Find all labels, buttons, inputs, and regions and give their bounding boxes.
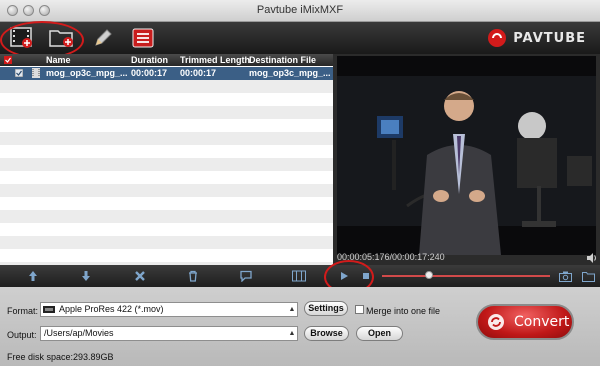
merge-split-button[interactable] xyxy=(291,268,307,284)
column-trimmed-length[interactable]: Trimmed Length xyxy=(180,55,250,65)
empty-row xyxy=(0,80,333,93)
empty-row xyxy=(0,119,333,132)
stop-icon xyxy=(363,273,369,279)
browse-button[interactable]: Browse xyxy=(304,326,349,341)
row-trimmed-length: 00:00:17 xyxy=(180,68,217,78)
format-dropdown-arrow-icon: ▲︎ xyxy=(288,306,296,313)
format-value: Apple ProRes 422 (*.mov) xyxy=(59,304,164,314)
toolbar: PAVTUBE xyxy=(0,21,600,59)
pavtube-logo-icon xyxy=(488,29,507,47)
empty-row xyxy=(0,210,333,223)
empty-row xyxy=(0,93,333,106)
row-destination-file: mog_op3c_mpg_... xyxy=(249,68,331,78)
play-button[interactable] xyxy=(336,268,352,284)
task-list-button[interactable] xyxy=(129,25,157,51)
brand-logo: PAVTUBE xyxy=(487,28,586,48)
play-icon xyxy=(341,272,348,280)
convert-button[interactable]: Convert xyxy=(476,304,574,340)
empty-row xyxy=(0,197,333,210)
camera-icon xyxy=(558,271,572,282)
column-duration[interactable]: Duration xyxy=(131,55,168,65)
row-checkbox-icon[interactable] xyxy=(15,69,23,77)
arrow-up-icon xyxy=(29,271,37,281)
snapshot-button[interactable] xyxy=(557,268,573,284)
add-folder-button[interactable] xyxy=(48,25,76,51)
arrow-down-icon xyxy=(82,271,90,281)
move-up-button[interactable] xyxy=(25,268,41,284)
free-disk-space: Free disk space:293.89GB xyxy=(7,352,114,362)
seek-bar[interactable] xyxy=(382,271,550,279)
video-file-icon xyxy=(32,68,40,78)
open-button[interactable]: Open xyxy=(356,326,403,341)
pencil-icon xyxy=(95,29,112,46)
empty-row xyxy=(0,171,333,184)
format-select[interactable]: Apple ProRes 422 (*.mov) ▲︎ xyxy=(40,302,298,317)
speech-bubble-icon xyxy=(240,270,252,282)
clear-button[interactable] xyxy=(185,268,201,284)
empty-row xyxy=(0,236,333,249)
empty-row xyxy=(0,106,333,119)
film-strip-icon xyxy=(292,270,306,282)
folder-icon xyxy=(581,271,595,282)
table-row[interactable]: mog_op3c_mpg_... 00:00:17 00:00:17 mog_o… xyxy=(0,67,333,80)
convert-arrows-icon xyxy=(488,314,504,330)
folder-add-icon xyxy=(49,30,73,47)
trash-icon xyxy=(189,270,197,282)
open-snapshot-folder-button[interactable] xyxy=(580,268,596,284)
empty-row xyxy=(0,132,333,145)
remove-button[interactable] xyxy=(132,268,148,284)
timecode: 00:00:05:176/00:00:17:240 xyxy=(337,252,445,262)
empty-row xyxy=(0,223,333,236)
format-label: Format: xyxy=(7,306,39,316)
video-scene-image xyxy=(337,56,596,255)
column-name[interactable]: Name xyxy=(46,55,71,65)
stop-button[interactable] xyxy=(358,268,374,284)
volume-icon[interactable] xyxy=(586,253,598,263)
empty-row xyxy=(0,145,333,158)
brand-name: PAVTUBE xyxy=(513,30,586,46)
subtitle-button[interactable] xyxy=(238,268,254,284)
preview-panel: 00:00:05:176/00:00:17:240 xyxy=(333,54,600,265)
file-list-header: Name Duration Trimmed Length Destination… xyxy=(0,54,333,66)
move-down-button[interactable] xyxy=(78,268,94,284)
video-frame[interactable] xyxy=(337,56,596,255)
title-bar: Pavtube iMixMXF xyxy=(0,0,600,22)
output-path-value: /Users/ap/Movies xyxy=(44,328,114,338)
prores-format-icon xyxy=(43,306,55,313)
output-label: Output: xyxy=(7,330,37,340)
row-name: mog_op3c_mpg_... xyxy=(46,68,128,78)
select-all-check-icon[interactable] xyxy=(4,56,12,64)
film-add-icon xyxy=(10,27,32,48)
file-list[interactable]: Name Duration Trimmed Length Destination… xyxy=(0,54,333,265)
empty-row xyxy=(0,158,333,171)
output-settings-panel: Format: Apple ProRes 422 (*.mov) ▲︎ Sett… xyxy=(0,287,600,366)
window-title: Pavtube iMixMXF xyxy=(256,4,344,16)
control-bar xyxy=(0,260,600,294)
merge-checkbox[interactable] xyxy=(355,305,364,314)
empty-row xyxy=(0,249,333,262)
add-video-button[interactable] xyxy=(8,25,36,51)
settings-button[interactable]: Settings xyxy=(304,301,348,316)
output-dropdown-arrow-icon: ▲︎ xyxy=(288,330,296,337)
edit-button[interactable] xyxy=(89,25,117,51)
merge-label: Merge into one file xyxy=(366,306,441,316)
list-icon xyxy=(132,28,154,48)
x-icon xyxy=(135,271,145,281)
empty-row xyxy=(0,184,333,197)
convert-label: Convert xyxy=(514,314,570,330)
row-duration: 00:00:17 xyxy=(131,68,168,78)
seek-handle[interactable] xyxy=(425,271,434,279)
column-destination-file[interactable]: Destination File xyxy=(249,55,316,65)
output-path-field[interactable]: /Users/ap/Movies ▲︎ xyxy=(40,326,298,341)
